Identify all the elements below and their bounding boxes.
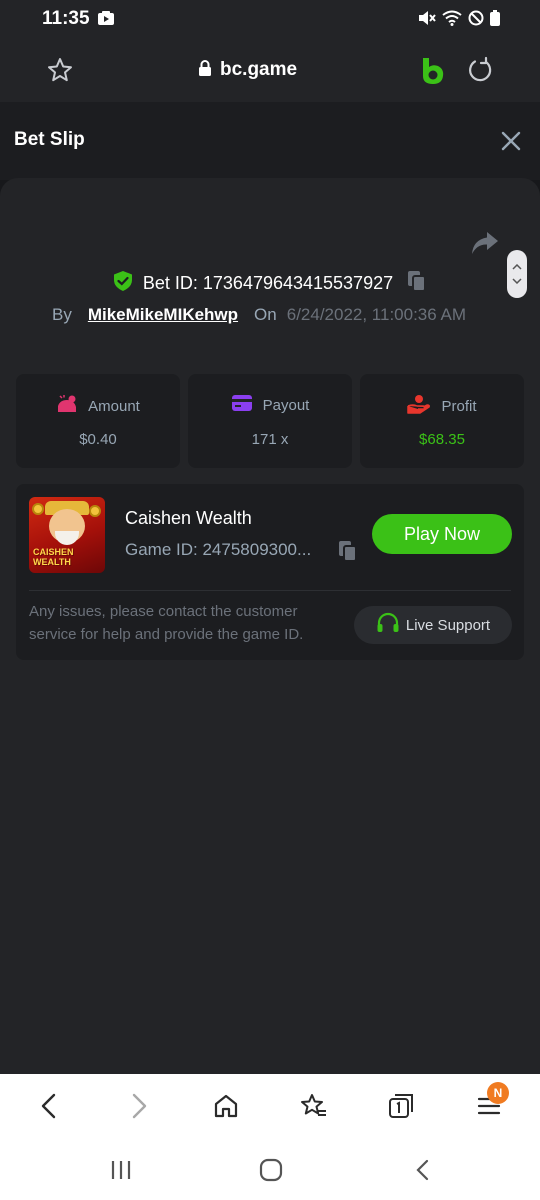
wifi-icon	[442, 10, 462, 31]
status-time: 11:35	[42, 8, 90, 29]
bet-id: Bet ID: 1736479643415537927	[142, 273, 394, 293]
amount-value: $0.40	[79, 431, 117, 448]
play-now-button[interactable]: Play Now	[372, 514, 512, 554]
lock-icon	[198, 59, 212, 81]
payout-card: Payout 171 x	[188, 374, 352, 468]
divider	[29, 590, 511, 591]
profit-card: Profit $68.35	[360, 374, 524, 468]
username-link[interactable]: MikeMikeMIKehwp	[88, 305, 238, 325]
mute-icon	[418, 10, 436, 31]
back-icon[interactable]	[38, 1092, 60, 1125]
live-support-label: Live Support	[405, 616, 491, 634]
payout-label: Payout	[262, 397, 310, 414]
home-icon[interactable]	[213, 1092, 239, 1125]
headset-icon	[376, 612, 400, 638]
bet-author-row: By MikeMikeMIKehwp On 6/24/2022, 11:00:3…	[52, 305, 466, 325]
profit-value: $68.35	[419, 431, 465, 448]
bet-id-row: Bet ID: 1736479643415537927	[0, 270, 540, 297]
verified-shield-icon	[113, 270, 133, 297]
browser-toolbar: bc.game	[0, 40, 540, 102]
by-label: By	[52, 305, 72, 324]
game-name: Caishen Wealth	[125, 508, 252, 528]
copy-game-id-icon[interactable]	[338, 540, 358, 567]
help-text: Any issues, please contact the customer …	[29, 603, 304, 643]
address-bar[interactable]: bc.game	[198, 59, 297, 81]
close-icon[interactable]	[500, 130, 522, 157]
bookmark-star-icon[interactable]	[46, 56, 74, 89]
forward-icon[interactable]	[128, 1092, 150, 1125]
live-support-button[interactable]: Live Support	[354, 606, 512, 644]
battery-icon	[490, 10, 500, 31]
home-button-icon[interactable]	[259, 1158, 283, 1187]
bet-stats: Amount $0.40 Payout 171 x Profit $68.35	[16, 374, 524, 468]
amount-icon	[56, 394, 78, 419]
amount-label: Amount	[88, 398, 140, 415]
share-icon[interactable]	[470, 230, 500, 261]
bcgame-logo-icon[interactable]	[421, 57, 445, 90]
page-title: Bet Slip	[14, 129, 85, 150]
do-not-disturb-icon	[468, 10, 484, 31]
bookmarks-icon[interactable]	[300, 1092, 328, 1125]
recent-apps-icon[interactable]	[110, 1160, 132, 1185]
system-back-icon[interactable]	[414, 1158, 432, 1187]
game-id: Game ID: 2475809300...	[125, 540, 312, 559]
amount-card: Amount $0.40	[16, 374, 180, 468]
bet-date: 6/24/2022, 11:00:36 AM	[286, 305, 467, 324]
status-bar: 11:35	[0, 0, 540, 40]
payout-card-icon	[231, 394, 253, 417]
video-app-icon	[98, 11, 114, 30]
thumbnail-logo-text: CAISHEN WEALTH	[33, 547, 74, 567]
system-nav-bar	[0, 1138, 540, 1200]
notification-badge: N	[487, 1082, 509, 1104]
bet-slip-header: Bet Slip	[0, 102, 540, 180]
profit-label: Profit	[441, 398, 477, 415]
payout-value: 171 x	[251, 431, 289, 448]
game-card: CAISHEN WEALTH Caishen Wealth Game ID: 2…	[16, 484, 524, 660]
copy-bet-id-icon[interactable]	[407, 270, 427, 297]
url-text: bc.game	[220, 59, 298, 80]
profit-hand-icon	[407, 394, 431, 419]
game-thumbnail[interactable]: CAISHEN WEALTH	[29, 497, 105, 573]
browser-bottom-nav	[0, 1074, 540, 1138]
on-label: On	[254, 305, 277, 324]
reload-icon[interactable]	[466, 56, 494, 89]
tabs-icon[interactable]	[387, 1092, 415, 1125]
